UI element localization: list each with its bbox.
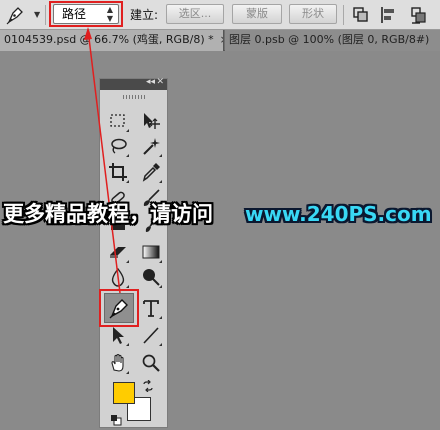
- default-colors-icon: [111, 415, 122, 426]
- close-tab-icon[interactable]: ×: [220, 33, 223, 46]
- line-tool[interactable]: [140, 324, 162, 346]
- path-alignment-button[interactable]: [378, 4, 400, 26]
- options-bar: ▼ 路径 ▲ ▼ 建立: 选区... 蒙版 形状: [0, 0, 440, 30]
- submenu-indicator: [126, 285, 129, 288]
- tools-panel-header[interactable]: ◂◂ ✕: [100, 77, 167, 90]
- dodge-tool[interactable]: [140, 266, 162, 288]
- crop-tool[interactable]: [107, 161, 129, 183]
- create-label: 建立:: [130, 8, 159, 22]
- submenu-indicator: [159, 343, 162, 346]
- submenu-indicator: [159, 260, 162, 263]
- document-tab-label: 0104539.psd @ 66.7% (鸡蛋, RGB/8) *: [4, 33, 214, 46]
- document-tabs: 0104539.psd @ 66.7% (鸡蛋, RGB/8) * × 图层 0.…: [0, 30, 440, 51]
- watermark-text: 更多精品教程，请访问: [3, 202, 213, 226]
- close-icon[interactable]: ✕: [156, 77, 164, 87]
- submenu-indicator: [126, 129, 129, 132]
- watermark-url: www.240PS.com: [245, 202, 432, 226]
- submenu-indicator: [159, 180, 162, 183]
- eraser-tool[interactable]: [107, 241, 129, 263]
- document-tab-active[interactable]: 0104539.psd @ 66.7% (鸡蛋, RGB/8) * ×: [0, 30, 224, 51]
- move-tool[interactable]: [140, 110, 162, 132]
- make-shape-button[interactable]: 形状: [289, 4, 337, 24]
- zoom-icon: [142, 354, 160, 372]
- double-chevron-icon[interactable]: ◂◂: [146, 77, 155, 87]
- submenu-indicator: [126, 154, 129, 157]
- zoom-tool[interactable]: [140, 352, 162, 374]
- path-alignment-icon: [381, 7, 394, 23]
- submenu-indicator: [126, 343, 129, 346]
- make-mask-button[interactable]: 蒙版: [232, 4, 282, 24]
- move-icon: [144, 113, 160, 129]
- submenu-indicator: [159, 316, 162, 319]
- submenu-indicator: [126, 180, 129, 183]
- path-arrangement-icon: [411, 7, 426, 24]
- rectangular-marquee-tool[interactable]: [107, 110, 129, 132]
- path-operations-button[interactable]: [350, 4, 372, 26]
- blur-tool[interactable]: [107, 266, 129, 288]
- highlight-box: [49, 1, 123, 27]
- type-tool[interactable]: [140, 297, 162, 319]
- submenu-indicator: [126, 260, 129, 263]
- make-selection-button[interactable]: 选区...: [166, 4, 224, 24]
- document-tab-label: 图层 0.psb @ 100% (图层 0, RGB/8#): [229, 33, 430, 46]
- highlight-box: [99, 289, 139, 327]
- default-colors-button[interactable]: [110, 411, 122, 426]
- chevron-down-icon: ▼: [34, 10, 41, 19]
- divider: [343, 5, 344, 25]
- pen-icon: [6, 7, 23, 25]
- watermark-banner: 更多精品教程，请访问 www.240PS.com: [0, 198, 440, 230]
- magic-wand-tool[interactable]: [140, 135, 162, 157]
- lasso-tool[interactable]: [107, 135, 129, 157]
- path-selection-tool[interactable]: [107, 324, 129, 346]
- tool-preset-picker[interactable]: ▼: [4, 3, 40, 25]
- hand-tool[interactable]: [107, 352, 129, 374]
- path-operations-icon: [353, 7, 368, 22]
- divider: [45, 5, 46, 25]
- eyedropper-tool[interactable]: [140, 161, 162, 183]
- panel-grip[interactable]: [123, 95, 145, 99]
- swap-arrows-icon: [143, 379, 153, 393]
- document-tab[interactable]: 图层 0.psb @ 100% (图层 0, RGB/8#): [225, 30, 440, 51]
- submenu-indicator: [159, 285, 162, 288]
- swap-colors-button[interactable]: [142, 377, 154, 393]
- foreground-color-swatch[interactable]: [113, 382, 135, 404]
- gradient-tool[interactable]: [140, 241, 162, 263]
- path-arrangement-button[interactable]: [408, 4, 430, 26]
- submenu-indicator: [126, 371, 129, 374]
- submenu-indicator: [159, 154, 162, 157]
